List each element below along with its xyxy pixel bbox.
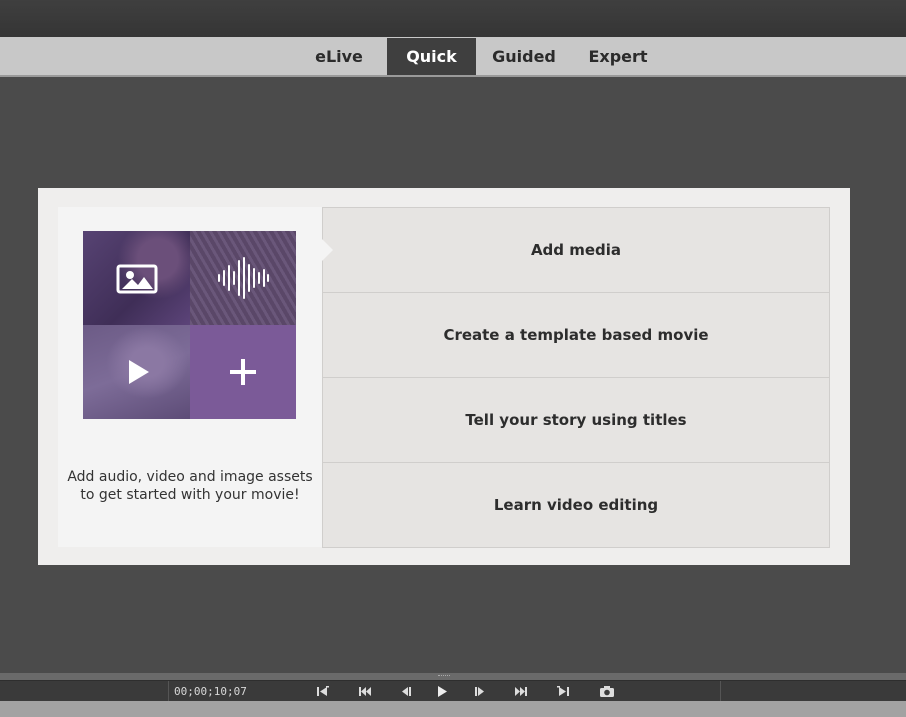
caption-line-2: to get started with your movie! xyxy=(80,487,300,503)
welcome-panel: Add audio, video and image assets to get… xyxy=(38,188,850,565)
step-back-icon[interactable] xyxy=(398,684,414,699)
image-tile[interactable] xyxy=(83,231,190,325)
template-movie-option[interactable]: Create a template based movie xyxy=(323,293,829,378)
caption-line-1: Add audio, video and image assets xyxy=(67,469,313,485)
transport-bar: 00;00;10;07 xyxy=(0,680,906,702)
step-forward-icon[interactable] xyxy=(472,684,488,699)
add-media-option[interactable]: Add media xyxy=(323,208,829,293)
plus-icon xyxy=(230,359,256,385)
mode-bar: eLive Quick Guided Expert xyxy=(0,37,906,77)
previous-edit-icon[interactable] xyxy=(357,684,373,699)
audio-tile[interactable] xyxy=(190,231,296,325)
panel-resize-grip[interactable] xyxy=(0,673,906,680)
footer-bar xyxy=(0,701,906,717)
tab-expert[interactable]: Expert xyxy=(574,38,662,75)
play-icon xyxy=(129,360,149,384)
media-mosaic xyxy=(83,231,296,419)
add-media-caption: Add audio, video and image assets to get… xyxy=(58,468,322,504)
video-tile[interactable] xyxy=(83,325,190,419)
audio-waveform-icon xyxy=(218,257,269,299)
selection-pointer xyxy=(322,239,333,261)
tab-quick[interactable]: Quick xyxy=(387,38,476,75)
image-icon xyxy=(116,264,158,294)
welcome-options: Add media Create a template based movie … xyxy=(322,207,830,548)
play-button-icon[interactable] xyxy=(434,684,450,699)
tab-elive[interactable]: eLive xyxy=(296,38,382,75)
titles-story-option[interactable]: Tell your story using titles xyxy=(323,378,829,463)
mode-tabs: eLive Quick Guided Expert xyxy=(0,37,906,75)
timecode: 00;00;10;07 xyxy=(174,685,247,698)
learn-editing-option[interactable]: Learn video editing xyxy=(323,463,829,548)
tab-guided[interactable]: Guided xyxy=(480,38,568,75)
add-tile[interactable] xyxy=(190,325,296,419)
go-to-end-icon[interactable] xyxy=(555,684,571,699)
go-to-start-icon[interactable] xyxy=(315,684,331,699)
snapshot-icon[interactable] xyxy=(599,684,615,699)
title-bar xyxy=(0,0,906,37)
add-media-card: Add audio, video and image assets to get… xyxy=(58,207,322,547)
next-edit-icon[interactable] xyxy=(513,684,529,699)
